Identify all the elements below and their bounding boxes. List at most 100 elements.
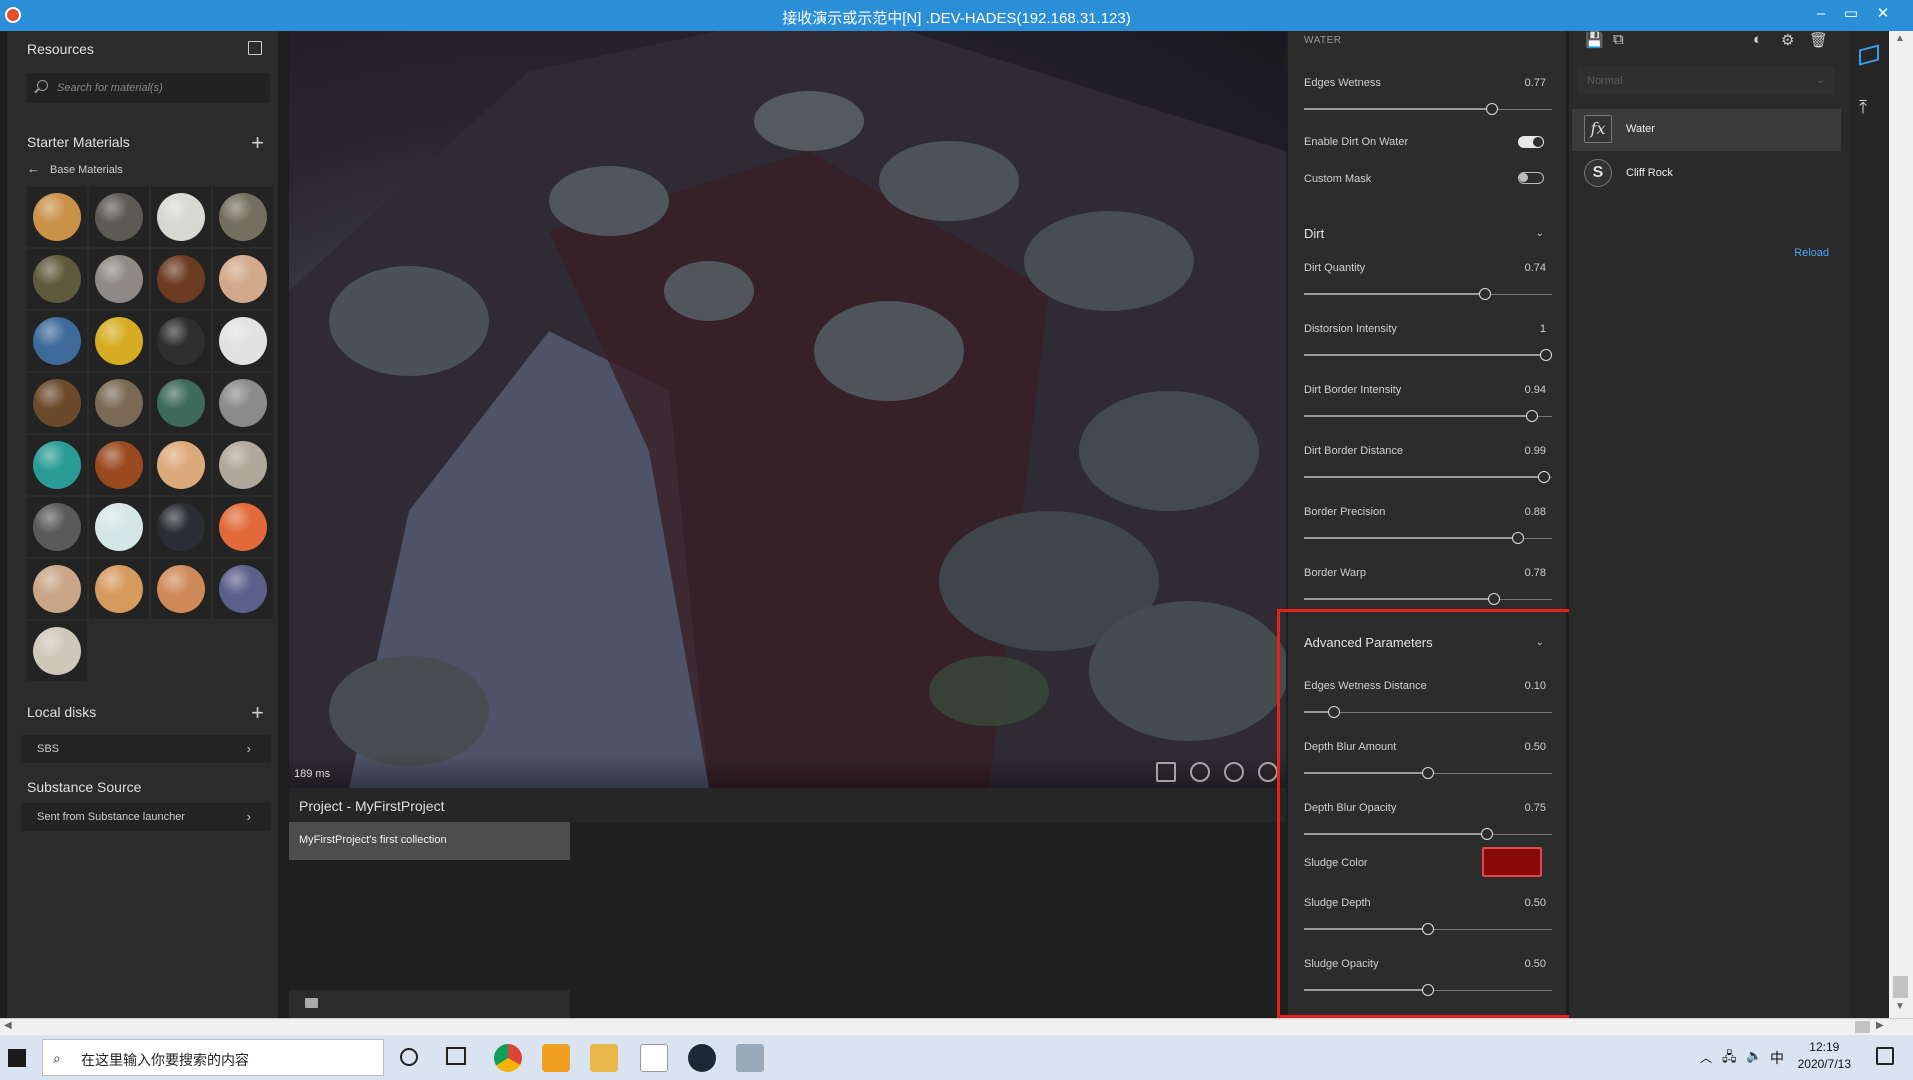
material-thumbnail[interactable] [89, 559, 149, 619]
3d-viewport[interactable]: 189 ms [289, 31, 1286, 788]
maximize-button[interactable]: ▭ [1836, 2, 1866, 26]
chevron-down-icon[interactable]: ⌄ [1536, 228, 1544, 239]
collection-item[interactable]: MyFirstProject's first collection [289, 822, 570, 860]
material-thumbnail[interactable] [213, 311, 273, 371]
material-thumbnail[interactable] [89, 435, 149, 495]
sludge-param-slider[interactable] [1304, 923, 1552, 935]
network-icon[interactable]: 🖧 [1722, 1048, 1737, 1070]
material-thumbnail[interactable] [89, 249, 149, 309]
scroll-thumb[interactable] [1893, 976, 1908, 998]
layer-water[interactable]: fx Water [1572, 109, 1841, 151]
slider-thumb[interactable] [1540, 349, 1552, 361]
enable-dirt-toggle[interactable] [1518, 136, 1544, 148]
material-thumbnail[interactable] [151, 559, 211, 619]
slider-thumb[interactable] [1537, 471, 1550, 483]
material-thumbnail[interactable] [27, 435, 87, 495]
material-thumbnail[interactable] [213, 435, 273, 495]
material-thumbnail[interactable] [89, 373, 149, 433]
material-thumbnail[interactable] [151, 311, 211, 371]
add-starter-material-icon[interactable]: + [251, 132, 264, 154]
search-input[interactable]: Search for material(s) [27, 73, 270, 103]
slider-thumb[interactable] [1327, 706, 1340, 718]
sludge-color-swatch[interactable] [1482, 847, 1542, 877]
material-thumbnail[interactable] [27, 497, 87, 557]
add-local-disk-icon[interactable]: + [251, 702, 264, 724]
slider-thumb[interactable] [1422, 767, 1434, 779]
edges-wetness-slider[interactable] [1304, 103, 1552, 115]
slider-thumb[interactable] [1422, 923, 1434, 935]
material-thumbnail[interactable] [213, 497, 273, 557]
notification-icon[interactable] [1876, 1047, 1894, 1065]
base-materials-breadcrumb[interactable]: ← Base Materials [27, 161, 123, 176]
chevron-down-icon[interactable]: ⌄ [1536, 637, 1544, 648]
material-thumbnail[interactable] [151, 497, 211, 557]
slider-thumb[interactable] [1525, 410, 1538, 422]
slider-thumb[interactable] [1511, 532, 1524, 544]
task-view-icon[interactable] [446, 1047, 466, 1065]
material-thumbnail[interactable] [213, 187, 273, 247]
dirt-param-slider[interactable] [1304, 288, 1552, 300]
material-thumbnail[interactable] [27, 311, 87, 371]
vertical-scrollbar[interactable]: ▲ ▼ [1889, 31, 1913, 1018]
material-thumbnail[interactable] [89, 311, 149, 371]
globe-icon[interactable] [1224, 762, 1244, 782]
dirt-section-title[interactable]: Dirt [1304, 226, 1324, 241]
slider-thumb[interactable] [1481, 828, 1493, 840]
slider-thumb[interactable] [1485, 103, 1498, 115]
dirt-param-slider[interactable] [1304, 349, 1552, 361]
minimize-button[interactable]: – [1806, 2, 1836, 26]
substance-icon[interactable]: ⚙ [1781, 31, 1794, 49]
material-thumbnail[interactable] [151, 249, 211, 309]
material-thumbnail[interactable] [213, 373, 273, 433]
advanced-param-slider[interactable] [1304, 706, 1552, 718]
detach-panel-icon[interactable] [248, 41, 262, 55]
layers-stack-icon[interactable] [1859, 44, 1879, 66]
advanced-section-title[interactable]: Advanced Parameters [1304, 635, 1433, 650]
chrome-icon[interactable] [494, 1044, 522, 1072]
dirt-param-slider[interactable] [1304, 532, 1552, 544]
sludge-param-slider[interactable] [1304, 984, 1552, 996]
taskbar-clock[interactable]: 12:19 2020/7/13 [1798, 1039, 1851, 1073]
reload-link[interactable]: Reload [1794, 247, 1829, 259]
material-thumbnail[interactable] [27, 621, 87, 681]
file-explorer-icon[interactable] [590, 1044, 618, 1072]
slider-thumb[interactable] [1422, 984, 1434, 996]
material-thumbnail[interactable] [27, 373, 87, 433]
steam-icon[interactable] [688, 1044, 716, 1072]
export-icon[interactable]: ⤒ [1859, 97, 1867, 118]
add-layer-icon[interactable]: ⧉ [1613, 31, 1624, 48]
contrast-icon[interactable]: ◐ [1753, 31, 1762, 48]
material-thumbnail[interactable] [27, 187, 87, 247]
material-thumbnail[interactable] [27, 249, 87, 309]
material-thumbnail[interactable] [27, 559, 87, 619]
material-thumbnail[interactable] [89, 187, 149, 247]
delete-icon[interactable]: 🗑 [1809, 31, 1828, 49]
close-button[interactable]: ✕ [1868, 2, 1898, 26]
advanced-param-slider[interactable] [1304, 767, 1552, 779]
horizontal-scrollbar[interactable]: ◀ ▶ [0, 1018, 1913, 1035]
dirt-param-slider[interactable] [1304, 593, 1552, 605]
layer-cliff-rock[interactable]: S Cliff Rock [1572, 153, 1841, 195]
dirt-param-slider[interactable] [1304, 410, 1552, 422]
source-launcher-row[interactable]: Sent from Substance launcher › [21, 803, 271, 831]
render-mode-icon[interactable] [1258, 762, 1278, 782]
material-thumbnail[interactable] [213, 559, 273, 619]
save-icon[interactable]: 💾 [1585, 31, 1604, 49]
advanced-param-slider[interactable] [1304, 828, 1552, 840]
slider-thumb[interactable] [1488, 593, 1501, 605]
slider-thumb[interactable] [1478, 288, 1491, 300]
camera-icon[interactable] [1156, 762, 1176, 782]
app-triangle-icon[interactable] [542, 1044, 570, 1072]
scroll-thumb[interactable] [1855, 1021, 1870, 1033]
ime-indicator[interactable]: 中 [1770, 1048, 1784, 1068]
material-thumbnail[interactable] [151, 187, 211, 247]
remote-desktop-icon[interactable] [736, 1044, 764, 1072]
volume-icon[interactable]: 🔈 [1746, 1048, 1762, 1064]
material-thumbnail[interactable] [213, 249, 273, 309]
sbs-folder-row[interactable]: SBS › [21, 735, 271, 763]
dirt-param-slider[interactable] [1304, 471, 1552, 483]
environment-icon[interactable] [1190, 762, 1210, 782]
material-thumbnail[interactable] [89, 497, 149, 557]
custom-mask-toggle[interactable] [1518, 172, 1544, 184]
add-folder-icon[interactable] [305, 998, 318, 1008]
